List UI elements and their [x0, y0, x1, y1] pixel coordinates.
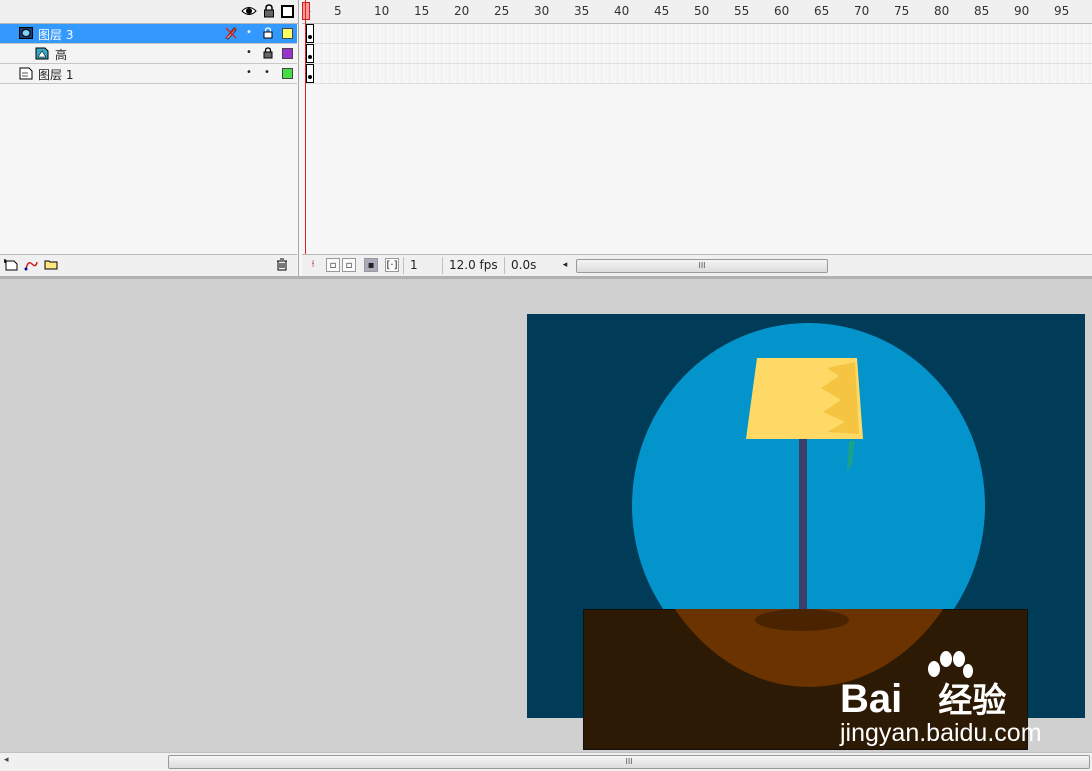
- playhead-handle[interactable]: [302, 2, 310, 20]
- keyframe[interactable]: [306, 24, 314, 43]
- layer-name[interactable]: 图层 1: [38, 66, 73, 83]
- layer-row-layer3[interactable]: 图层 3 •: [0, 24, 297, 44]
- current-frame-field: 1: [403, 257, 439, 274]
- playhead[interactable]: [305, 0, 306, 254]
- layer-name[interactable]: 高: [55, 46, 67, 63]
- mask-layer-icon: [19, 26, 33, 40]
- ruler-tick: 95: [1054, 4, 1070, 18]
- ruler-tick: 65: [814, 4, 830, 18]
- elapsed-time-field: 0.0s: [504, 257, 552, 274]
- frame-strip-layer1[interactable]: [306, 64, 1092, 84]
- ruler-tick: 10: [374, 4, 390, 18]
- ruler-tick: 45: [654, 4, 670, 18]
- scroll-thumb[interactable]: III: [576, 259, 828, 273]
- ruler-tick: 30: [534, 4, 550, 18]
- trash-icon[interactable]: [275, 258, 289, 272]
- ruler-tick: 20: [454, 4, 470, 18]
- ruler-tick: 90: [1014, 4, 1030, 18]
- ruler-tick: 50: [694, 4, 710, 18]
- frames-hscrollbar[interactable]: ◂ III: [558, 258, 1092, 273]
- layers-header: [0, 0, 298, 24]
- ruler-tick: 5: [334, 4, 342, 18]
- ruler-tick: 35: [574, 4, 590, 18]
- table-light-glow: [674, 609, 944, 687]
- scroll-thumb[interactable]: III: [168, 755, 1090, 769]
- layers-footer: [0, 254, 297, 276]
- ruler-tick: 55: [734, 4, 750, 18]
- stage-workspace[interactable]: Bai 经验 jingyan.baidu.com: [0, 279, 1092, 752]
- pencil-locked-icon: [224, 26, 238, 40]
- new-layer-icon[interactable]: [3, 258, 18, 272]
- stage-hscrollbar[interactable]: ◂ III: [0, 752, 1092, 771]
- lock-icon[interactable]: [261, 3, 277, 19]
- outline-icon[interactable]: [279, 3, 295, 19]
- outline-swatch[interactable]: [282, 68, 293, 79]
- frames-footer: ⍿ ▫ ▫ ▪ [·] 1 12.0 fps 0.0s ◂ III: [302, 254, 1092, 276]
- ruler-tick: 25: [494, 4, 510, 18]
- ruler-tick: 85: [974, 4, 990, 18]
- add-motion-guide-icon[interactable]: [23, 258, 38, 272]
- ruler-tick: 40: [614, 4, 630, 18]
- layer-name[interactable]: 图层 3: [38, 26, 73, 43]
- ruler-tick: 75: [894, 4, 910, 18]
- center-frame-icon[interactable]: ⍿: [306, 258, 320, 272]
- frame-strip-layer3[interactable]: [306, 24, 1092, 44]
- visibility-dot[interactable]: •: [244, 48, 254, 58]
- eye-icon[interactable]: [241, 3, 257, 19]
- ruler-tick: 15: [414, 4, 430, 18]
- outline-swatch[interactable]: [282, 48, 293, 59]
- lock-dot[interactable]: •: [262, 68, 272, 78]
- keyframe[interactable]: [306, 44, 314, 63]
- frames-pane: 1 5 10 15 20 25 30 35 40 45 50 55 60 65 …: [302, 0, 1092, 276]
- normal-layer-icon: [19, 66, 33, 80]
- masked-layer-icon: [35, 46, 49, 60]
- ruler-tick: 80: [934, 4, 950, 18]
- lamp-pull-cord: [847, 441, 855, 472]
- frame-rate-field[interactable]: 12.0 fps: [442, 257, 500, 274]
- frame-ruler[interactable]: 1 5 10 15 20 25 30 35 40 45 50 55 60 65 …: [302, 0, 1092, 24]
- timeline-panel: 图层 3 • 高 • 图层 1 • • 5 10 15 20 25 30 35 …: [0, 0, 1092, 276]
- onion-skin-icon[interactable]: ▫: [326, 258, 340, 272]
- layer-row-layer1[interactable]: 图层 1 • •: [0, 64, 297, 84]
- outline-swatch[interactable]: [282, 28, 293, 39]
- visibility-dot[interactable]: •: [244, 68, 254, 78]
- keyframe[interactable]: [306, 64, 314, 83]
- new-folder-icon[interactable]: [43, 258, 58, 272]
- onion-skin-outlines-icon[interactable]: ▫: [342, 258, 356, 272]
- scroll-left-arrow-icon[interactable]: ◂: [558, 258, 572, 273]
- edit-multiple-frames-icon[interactable]: ▪: [364, 258, 378, 272]
- scroll-left-arrow-icon[interactable]: ◂: [4, 755, 9, 765]
- frame-strip-gao[interactable]: [306, 44, 1092, 64]
- modify-onion-markers-icon[interactable]: [·]: [385, 258, 399, 272]
- lamp-pole: [799, 439, 807, 611]
- layers-pane: 图层 3 • 高 • 图层 1 • •: [0, 0, 299, 276]
- lock-toggle-icon[interactable]: [262, 47, 274, 59]
- ruler-tick: 70: [854, 4, 870, 18]
- lock-toggle-icon[interactable]: [262, 27, 274, 39]
- visibility-dot[interactable]: •: [244, 28, 254, 38]
- ruler-tick: 60: [774, 4, 790, 18]
- layer-row-gao[interactable]: 高 •: [0, 44, 297, 64]
